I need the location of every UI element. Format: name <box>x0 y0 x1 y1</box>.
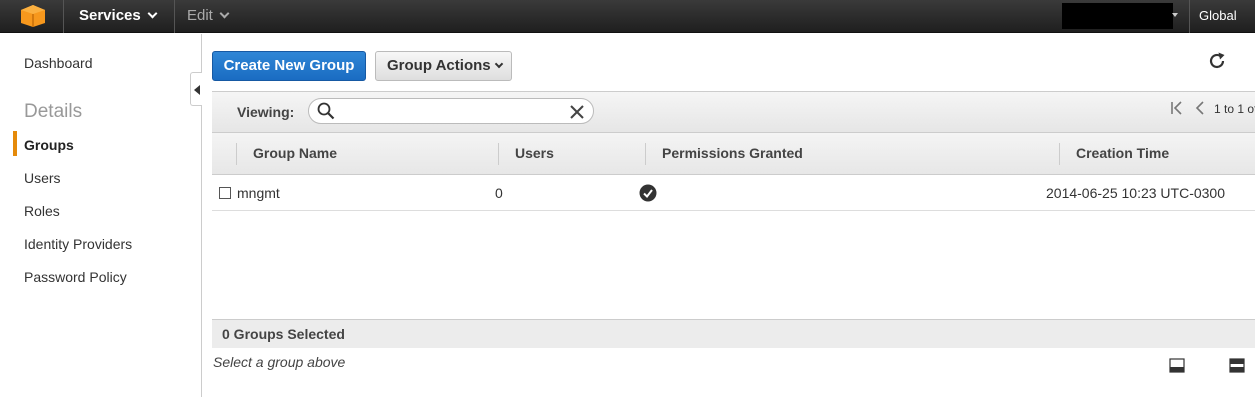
topbar-divider <box>174 0 175 33</box>
sidebar-item-groups[interactable]: Groups <box>24 137 74 153</box>
pagination-text: 1 to 1 of <box>1214 102 1255 116</box>
details-hint-text: Select a group above <box>213 354 346 370</box>
aws-logo-icon[interactable] <box>20 4 46 28</box>
edit-menu[interactable]: Edit <box>187 7 230 24</box>
sidebar-item-password-policy[interactable]: Password Policy <box>24 269 127 285</box>
sidebar-section-heading: Details <box>24 101 83 122</box>
previous-page-icon[interactable] <box>1194 100 1206 116</box>
group-name-cell[interactable]: mngmt <box>237 185 280 201</box>
filter-bar: Viewing: 1 to 1 of <box>212 91 1255 133</box>
create-new-group-button[interactable]: Create New Group <box>212 51 366 81</box>
sidebar-item-users[interactable]: Users <box>24 170 61 186</box>
column-header-group-name[interactable]: Group Name <box>253 145 337 161</box>
sidebar: Dashboard Details Groups Users Roles Ide… <box>0 34 202 397</box>
topbar-divider <box>63 0 64 33</box>
table-header: Group Name Users Permissions Granted Cre… <box>212 133 1255 175</box>
maximize-pane-icon[interactable] <box>1229 358 1245 373</box>
column-header-users[interactable]: Users <box>515 145 554 161</box>
column-header-creation-time[interactable]: Creation Time <box>1076 145 1169 161</box>
viewing-label: Viewing: <box>237 104 295 120</box>
account-caret-icon[interactable] <box>1172 13 1178 17</box>
row-checkbox[interactable] <box>219 187 231 199</box>
column-divider[interactable] <box>1059 143 1060 165</box>
services-menu-label: Services <box>79 7 141 24</box>
details-pane-header: 0 Groups Selected <box>212 319 1255 348</box>
sidebar-item-identity-providers[interactable]: Identity Providers <box>24 236 132 252</box>
selected-count-label: 0 Groups Selected <box>222 326 345 342</box>
caret-left-icon <box>194 85 200 95</box>
column-divider[interactable] <box>645 143 646 165</box>
column-divider <box>236 143 237 165</box>
table-row[interactable]: mngmt 0 2014-06-25 10:23 UTC-0300 <box>212 175 1255 211</box>
first-page-icon[interactable] <box>1170 100 1184 116</box>
sidebar-item-roles[interactable]: Roles <box>24 203 60 219</box>
clear-search-icon[interactable] <box>569 104 585 120</box>
users-count-cell: 0 <box>495 185 503 201</box>
edit-menu-label: Edit <box>187 7 213 24</box>
search-input[interactable] <box>308 98 594 124</box>
column-header-permissions-granted[interactable]: Permissions Granted <box>662 145 803 161</box>
account-menu[interactable] <box>1062 3 1173 29</box>
services-menu[interactable]: Services <box>79 7 158 24</box>
checkmark-circle-icon <box>639 184 657 202</box>
topbar-divider <box>1189 0 1190 33</box>
group-actions-button[interactable]: Group Actions <box>375 51 512 81</box>
active-indicator <box>13 131 17 156</box>
collapse-sidebar-button[interactable] <box>190 72 202 106</box>
refresh-icon[interactable] <box>1206 50 1228 72</box>
creation-time-cell: 2014-06-25 10:23 UTC-0300 <box>1046 185 1226 201</box>
chevron-down-icon <box>219 8 230 19</box>
group-actions-label: Group Actions <box>387 57 491 74</box>
column-divider[interactable] <box>498 143 499 165</box>
chevron-down-icon <box>147 8 158 19</box>
minimize-pane-icon[interactable] <box>1169 358 1185 373</box>
region-menu[interactable]: Global <box>1199 8 1237 23</box>
chevron-down-icon <box>494 59 503 69</box>
sidebar-item-dashboard[interactable]: Dashboard <box>24 55 93 71</box>
search-icon <box>317 102 335 120</box>
top-navigation-bar: Services Edit Global <box>0 0 1255 33</box>
